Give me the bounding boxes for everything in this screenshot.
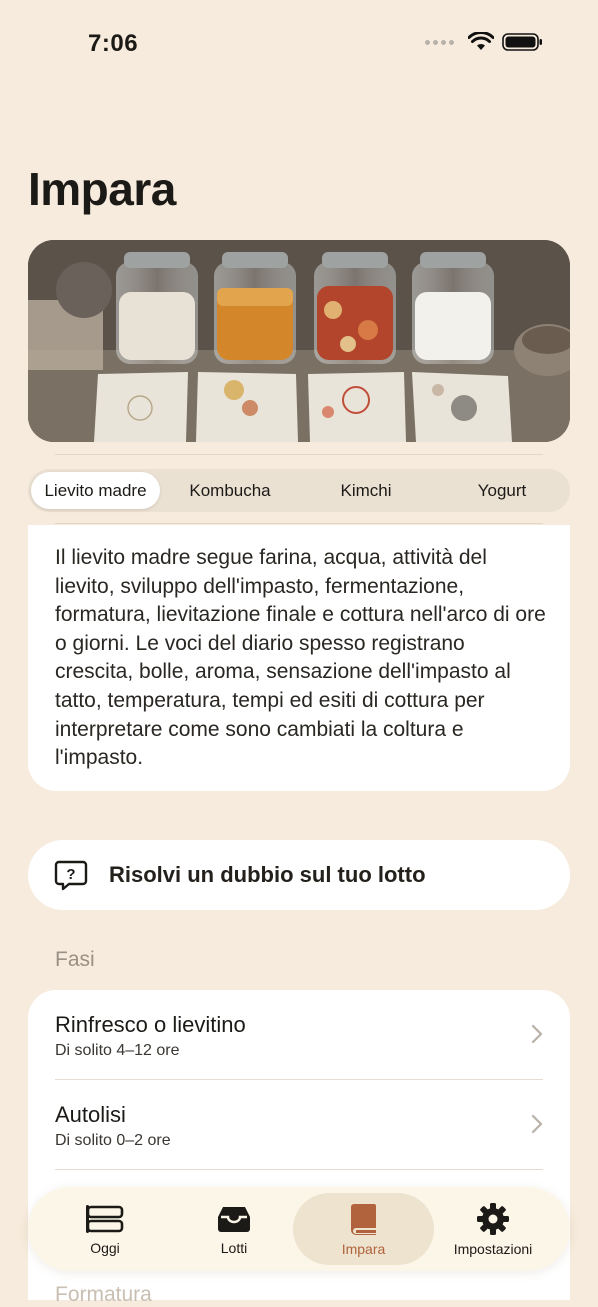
status-bar: 7:06 [0,0,598,88]
svg-text:?: ? [66,866,75,883]
battery-icon [502,33,542,51]
question-bubble-icon: ? [54,860,88,891]
tab-label: Impara [341,1240,386,1257]
today-icon [86,1204,124,1233]
gear-icon [477,1202,509,1235]
divider [55,523,543,524]
signal-dots-icon [425,39,454,45]
phase-duration: Di solito 0–2 ore [55,1132,171,1149]
troubleshoot-batch-label: Risolvi un dubbio sul tuo lotto [109,862,426,887]
status-icons [425,32,544,52]
segment-lievito-madre[interactable]: Lievito madre [31,472,160,509]
phase-duration: Di solito 4–12 ore [55,1042,180,1059]
tab-oggi[interactable]: Oggi [34,1193,176,1265]
description-text: Il lievito madre segue farina, acqua, at… [55,546,546,770]
book-icon [350,1203,376,1235]
list-item[interactable]: Rinfresco o lievitino Di solito 4–12 ore [55,990,543,1080]
wifi-icon [468,32,494,50]
chevron-right-icon [531,1114,543,1134]
list-item[interactable]: Autolisi Di solito 0–2 ore [55,1080,543,1170]
segment-kimchi[interactable]: Kimchi [300,472,432,509]
hero-image [28,240,570,442]
page-title: Impara [28,163,176,215]
phase-title: Rinfresco o lievitino [55,1012,246,1037]
description-card: Il lievito madre segue farina, acqua, at… [28,525,570,791]
tab-impostazioni[interactable]: Impostazioni [422,1193,564,1265]
tab-lotti[interactable]: Lotti [164,1193,304,1265]
segment-kombucha[interactable]: Kombucha [165,472,295,509]
divider [55,454,543,455]
phase-title: Autolisi [55,1102,126,1127]
troubleshoot-batch-button[interactable]: ? Risolvi un dubbio sul tuo lotto [28,840,570,910]
next-section-label: Formatura [55,1283,152,1306]
tab-label: Oggi [90,1239,120,1256]
ferment-segmented-control: Lievito madre Kombucha Kimchi Yogurt [28,469,570,512]
tray-icon [218,1206,250,1232]
tab-bar: Oggi Lotti Impara Impostazioni [28,1187,570,1271]
tab-label: Lotti [220,1239,248,1256]
segment-yogurt[interactable]: Yogurt [436,472,568,509]
row-divider [55,1169,543,1170]
phases-section-label: Fasi [55,948,95,971]
tab-impara[interactable]: Impara [293,1193,434,1265]
tab-label: Impostazioni [453,1240,533,1257]
status-time: 7:06 [88,30,139,57]
chevron-right-icon [531,1024,543,1044]
